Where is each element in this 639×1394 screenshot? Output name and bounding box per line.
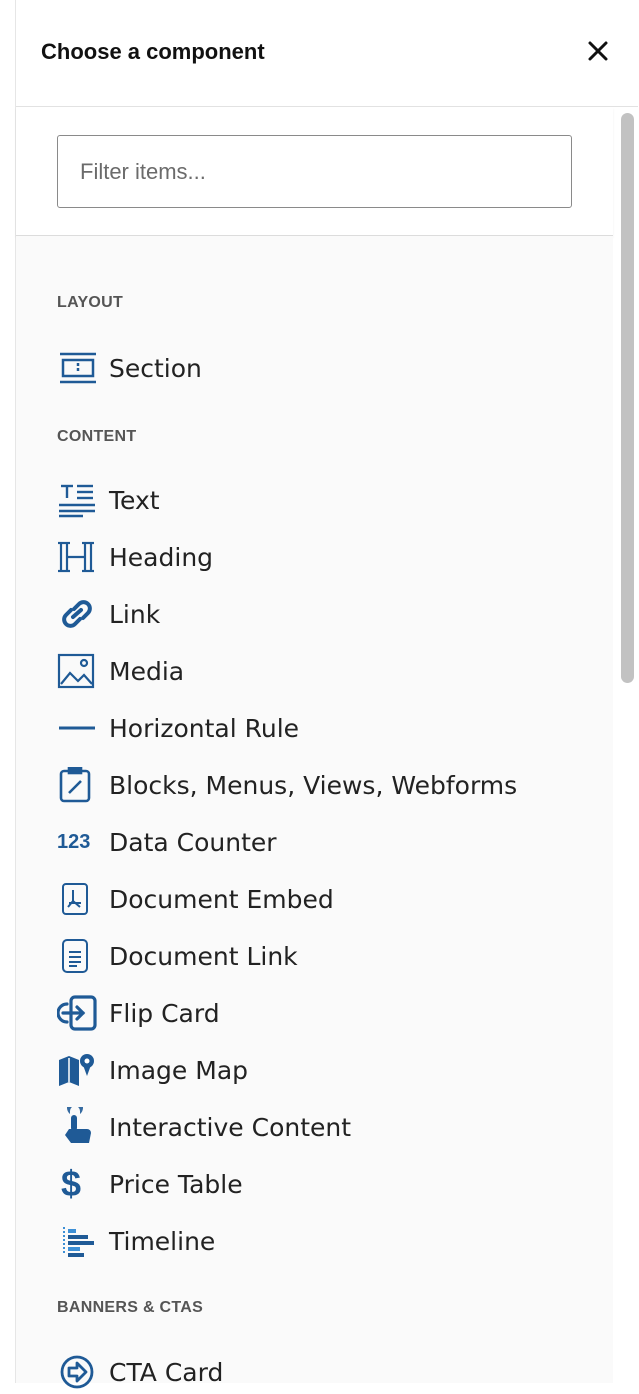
- cta-card-icon: [60, 1355, 94, 1389]
- interactive-content-icon: [65, 1107, 91, 1143]
- filter-input[interactable]: [57, 135, 572, 208]
- price-table-icon: $: [61, 1163, 82, 1204]
- component-label: Document Link: [109, 941, 298, 971]
- group-label-content: CONTENT: [57, 428, 137, 445]
- component-item-interactive-content[interactable]: Interactive Content: [57, 1105, 597, 1149]
- component-item-cta-card[interactable]: CTA Card: [57, 1350, 597, 1394]
- media-icon: [57, 653, 95, 689]
- scrollbar[interactable]: [616, 107, 639, 1383]
- filter-bar: [16, 107, 613, 236]
- component-item-blocks[interactable]: Blocks, Menus, Views, Webforms: [57, 763, 597, 807]
- component-item-price-table[interactable]: $ Price Table: [57, 1162, 597, 1206]
- component-item-image-map[interactable]: Image Map: [57, 1048, 597, 1092]
- data-counter-icon: 123: [57, 830, 91, 853]
- component-chooser-dialog: Choose a component LAYOUT Section CONTEN…: [15, 0, 639, 1389]
- heading-icon: [58, 541, 94, 573]
- component-label: Flip Card: [109, 998, 220, 1028]
- component-list: LAYOUT Section CONTENT Text Heading Link…: [16, 236, 613, 1389]
- component-label: Text: [109, 485, 160, 515]
- blocks-icon: [59, 767, 91, 803]
- component-item-horizontal-rule[interactable]: Horizontal Rule: [57, 706, 597, 750]
- component-label: Interactive Content: [109, 1112, 352, 1142]
- component-label: Image Map: [109, 1055, 249, 1085]
- component-item-heading[interactable]: Heading: [57, 535, 597, 579]
- timeline-icon: [63, 1227, 94, 1257]
- text-icon: [59, 484, 95, 518]
- component-item-document-link[interactable]: Document Link: [57, 934, 597, 978]
- component-label: Heading: [109, 542, 214, 572]
- component-label: Document Embed: [109, 884, 334, 914]
- group-label-banners: BANNERS & CTAS: [57, 1299, 204, 1316]
- component-item-timeline[interactable]: Timeline: [57, 1219, 597, 1263]
- document-link-icon: [62, 939, 88, 973]
- component-item-data-counter[interactable]: 123 Data Counter: [57, 820, 597, 864]
- link-icon: [62, 600, 92, 628]
- component-label: Price Table: [109, 1169, 243, 1199]
- component-label: Link: [109, 599, 161, 629]
- component-label: Section: [109, 353, 202, 383]
- close-button[interactable]: [583, 36, 613, 66]
- close-icon: [588, 41, 608, 61]
- component-label: Timeline: [109, 1226, 216, 1256]
- component-label: Blocks, Menus, Views, Webforms: [109, 770, 518, 800]
- scrollbar-thumb[interactable]: [621, 113, 634, 683]
- flip-card-icon: [57, 995, 97, 1031]
- component-label: CTA Card: [109, 1357, 224, 1387]
- component-item-text[interactable]: Text: [57, 478, 597, 522]
- dialog-header: Choose a component: [16, 0, 638, 107]
- section-icon: [60, 352, 96, 384]
- component-label: Horizontal Rule: [109, 713, 300, 743]
- dialog-title: Choose a component: [41, 39, 265, 64]
- group-label-layout: LAYOUT: [57, 294, 124, 311]
- component-item-flip-card[interactable]: Flip Card: [57, 991, 597, 1035]
- document-embed-icon: [62, 883, 88, 915]
- component-item-document-embed[interactable]: Document Embed: [57, 877, 597, 921]
- component-item-link[interactable]: Link: [57, 592, 597, 636]
- component-label: Media: [109, 656, 185, 686]
- component-label: Data Counter: [109, 827, 277, 857]
- image-map-icon: [59, 1054, 94, 1086]
- horizontal-rule-icon: [59, 726, 95, 730]
- component-item-section[interactable]: Section: [57, 346, 597, 390]
- component-item-media[interactable]: Media: [57, 649, 597, 693]
